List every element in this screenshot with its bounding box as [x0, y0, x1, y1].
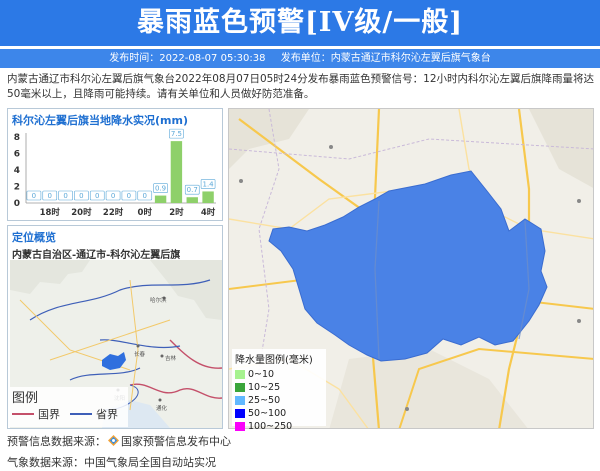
rainfall-legend-item: 25~50 — [235, 394, 323, 407]
legend-swatch — [235, 422, 245, 431]
x-tick-label: 18时 — [40, 207, 61, 218]
y-tick-label: 2 — [14, 183, 20, 193]
legend-label: 25~50 — [248, 395, 281, 406]
rainfall-legend-item: 10~25 — [235, 381, 323, 394]
value-label: 0 — [111, 192, 115, 200]
rainfall-chart-panel: 科尔沁左翼后旗当地降水实况(mm) 0 2 4 6 8 0 0 18时 0 0 20时 0 0 22时 0 0… — [7, 108, 223, 221]
warning-source-line: 预警信息数据来源： 国家预警信息发布中心 — [7, 433, 231, 449]
legend-title: 图例 — [12, 391, 39, 406]
value-label: 0 — [48, 192, 52, 200]
warning-source[interactable]: 国家预警信息发布中心 — [121, 435, 231, 448]
warning-center-logo-icon — [108, 435, 119, 446]
alert-description: 内蒙古通辽市科尔沁左翼后旗气象台2022年08月07日05时24分发布暴雨蓝色预… — [7, 73, 595, 100]
value-label: 0 — [32, 192, 36, 200]
value-label: 0 — [79, 192, 83, 200]
rainfall-legend: 降水量图例(毫米) 0~10 10~25 25~50 50~100 100~25… — [232, 349, 326, 432]
value-label: 1.4 — [203, 180, 215, 188]
weather-source-label: 气象数据来源： — [7, 456, 84, 469]
weather-source-line: 气象数据来源：中国气象局全国自动站实况 — [7, 454, 216, 470]
x-tick-label: 0时 — [138, 207, 153, 218]
legend-swatch — [235, 409, 245, 418]
alert-title: 暴雨蓝色预警[IV级/一般] — [137, 7, 463, 38]
legend-swatch — [235, 396, 245, 405]
rainfall-legend-item: 0~10 — [235, 368, 323, 381]
rain-bar — [186, 197, 198, 203]
legend-label: 国界 — [38, 408, 60, 421]
location-subtitle: 内蒙古自治区-通辽市-科尔沁左翼后旗 — [12, 250, 181, 261]
legend-label: 100~250 — [248, 421, 293, 432]
rainfall-chart-title: 科尔沁左翼后旗当地降水实况(mm) — [12, 114, 188, 127]
rainfall-legend-item: 100~250 — [235, 420, 323, 433]
national-border-swatch — [12, 413, 34, 415]
x-tick-label: 2时 — [169, 207, 184, 218]
legend-swatch — [235, 383, 245, 392]
value-label: 7.5 — [171, 130, 182, 138]
publisher: 发布单位：内蒙古通辽市科尔沁左翼后旗气象台 — [280, 53, 491, 64]
rainfall-legend-title: 降水量图例(毫米) — [235, 355, 313, 366]
rainfall-legend-item: 50~100 — [235, 407, 323, 420]
rain-bar — [170, 141, 183, 203]
location-title: 定位概览 — [12, 231, 56, 244]
alert-header: 暴雨蓝色预警[IV级/一般] — [0, 0, 600, 46]
province-border-swatch — [70, 413, 92, 415]
warning-source-label: 预警信息数据来源： — [7, 435, 106, 448]
value-label: 0.7 — [187, 186, 198, 194]
value-label: 0 — [63, 192, 67, 200]
x-tick-label: 20时 — [71, 207, 92, 218]
city-label: 通化 — [156, 404, 168, 412]
city-label: 哈尔滨 — [150, 296, 167, 304]
legend-swatch — [235, 370, 245, 379]
y-tick-label: 8 — [14, 133, 20, 143]
map-legend: 图例 国界 省界 — [8, 387, 128, 427]
value-label: 0 — [95, 192, 99, 200]
rainfall-bar-chart: 024680 018时0 020时0 022时0 00时0.97.52时0.71.44时 — [14, 128, 216, 218]
city-label: 长春 — [134, 350, 146, 358]
alert-meta-bar: 发布时间：2022-08-07 05:30:38 发布单位：内蒙古通辽市科尔沁左… — [0, 49, 600, 68]
publish-time: 发布时间：2022-08-07 05:30:38 — [109, 53, 266, 64]
y-tick-label: 4 — [14, 166, 20, 176]
legend-label: 50~100 — [248, 408, 287, 419]
x-tick-label: 22时 — [103, 207, 124, 218]
value-label: 0 — [127, 192, 131, 200]
legend-label: 省界 — [96, 408, 118, 421]
legend-label: 0~10 — [248, 369, 275, 380]
rain-bar — [202, 191, 214, 203]
value-label: 0.9 — [155, 185, 166, 193]
value-label: 0 — [143, 192, 147, 200]
x-tick-label: 4时 — [201, 207, 216, 218]
city-label: 吉林 — [165, 354, 177, 362]
y-tick-label: 6 — [14, 150, 20, 160]
y-tick-label: 0 — [14, 199, 20, 209]
weather-source: 中国气象局全国自动站实况 — [84, 456, 216, 469]
legend-label: 10~25 — [248, 382, 281, 393]
rain-bar — [154, 195, 167, 203]
